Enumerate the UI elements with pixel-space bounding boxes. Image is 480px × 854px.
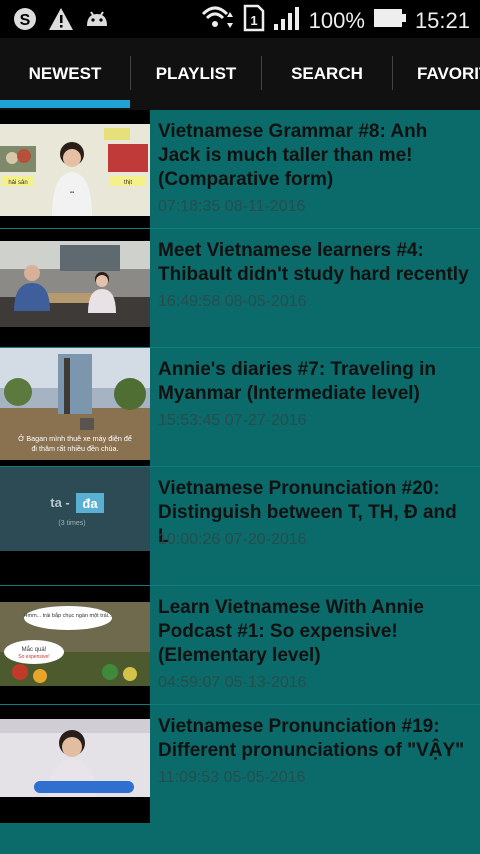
- video-date: 15:53:45 07-27-2016: [158, 412, 307, 429]
- video-date: 04:59:07 05-13-2016: [158, 674, 307, 691]
- signal-icon: [273, 4, 301, 37]
- svg-text:▪▪: ▪▪: [70, 190, 74, 196]
- video-thumbnail: [0, 705, 150, 823]
- svg-text:1: 1: [250, 13, 257, 28]
- svg-text:ta -: ta -: [50, 495, 70, 510]
- svg-text:Ở Bagan mình thuê xe máy điện: Ở Bagan mình thuê xe máy điện để: [18, 434, 132, 443]
- video-title: Meet Vietnamese learners #4: Thibault di…: [158, 240, 469, 285]
- tab-favorites[interactable]: FAVORIT: [393, 38, 480, 110]
- clock: 15:21: [414, 7, 470, 33]
- video-title: Vietnamese Pronunciation #19: Different …: [158, 716, 465, 761]
- status-bar: S 1 100% 15:21: [0, 0, 480, 38]
- video-title: Annie's diaries #7: Traveling in Myanmar…: [158, 359, 437, 404]
- skype-icon: S: [12, 6, 38, 37]
- wifi-icon: [201, 4, 235, 37]
- svg-text:S: S: [20, 12, 31, 29]
- video-date: 10:00:26 07-20-2016: [158, 531, 307, 548]
- tab-bar: NEWEST PLAYLIST SEARCH FAVORIT: [0, 38, 480, 110]
- video-title: Learn Vietnamese With Annie Podcast #1: …: [158, 597, 424, 666]
- video-date: 11:09:53 05-05-2016: [158, 769, 306, 786]
- warning-icon: [48, 6, 74, 37]
- tab-playlist[interactable]: PLAYLIST: [131, 38, 261, 110]
- video-thumbnail: hải sản thịt ▪▪: [0, 110, 150, 228]
- battery-icon: [373, 6, 407, 35]
- list-item[interactable]: Vietnamese Pronunciation #19: Different …: [0, 704, 480, 823]
- list-item[interactable]: Hmm... trái bắp chục ngàn một trái... Mắ…: [0, 585, 480, 704]
- list-item[interactable]: ta - đa (3 times) Vietnamese Pronunciati…: [0, 466, 480, 585]
- list-item[interactable]: Ở Bagan mình thuê xe máy điện để đi thăm…: [0, 347, 480, 466]
- video-thumbnail: ta - đa (3 times): [0, 467, 150, 585]
- svg-text:đi thăm rất nhiều đền chùa.: đi thăm rất nhiều đền chùa.: [31, 444, 118, 453]
- video-thumbnail: Ở Bagan mình thuê xe máy điện để đi thăm…: [0, 348, 150, 466]
- list-item[interactable]: hải sản thịt ▪▪ Vietnamese Grammar #8: A…: [0, 110, 480, 228]
- svg-text:So expensive!: So expensive!: [18, 654, 49, 660]
- video-date: 07:18:35 08-11-2016: [158, 198, 306, 215]
- video-title: Vietnamese Grammar #8: Anh Jack is much …: [158, 121, 428, 190]
- video-thumbnail: [0, 229, 150, 347]
- video-list: hải sản thịt ▪▪ Vietnamese Grammar #8: A…: [0, 110, 480, 823]
- battery-percent: 100%: [308, 7, 365, 33]
- tab-search[interactable]: SEARCH: [262, 38, 392, 110]
- svg-text:Mắc quá!: Mắc quá!: [22, 646, 47, 653]
- video-date: 16:49:58 08-05-2016: [158, 293, 307, 310]
- android-icon: [84, 6, 110, 37]
- svg-text:đa: đa: [82, 496, 98, 511]
- selected-tab-indicator: [0, 100, 130, 108]
- video-thumbnail: Hmm... trái bắp chục ngàn một trái... Mắ…: [0, 586, 150, 704]
- svg-text:hải sản: hải sản: [8, 180, 27, 186]
- list-item[interactable]: Meet Vietnamese learners #4: Thibault di…: [0, 228, 480, 347]
- svg-text:Hmm... trái bắp chục ngàn một: Hmm... trái bắp chục ngàn một trái...: [24, 612, 113, 619]
- svg-text:thịt: thịt: [124, 180, 132, 186]
- sim-icon: 1: [243, 4, 265, 37]
- svg-text:(3 times): (3 times): [58, 520, 85, 527]
